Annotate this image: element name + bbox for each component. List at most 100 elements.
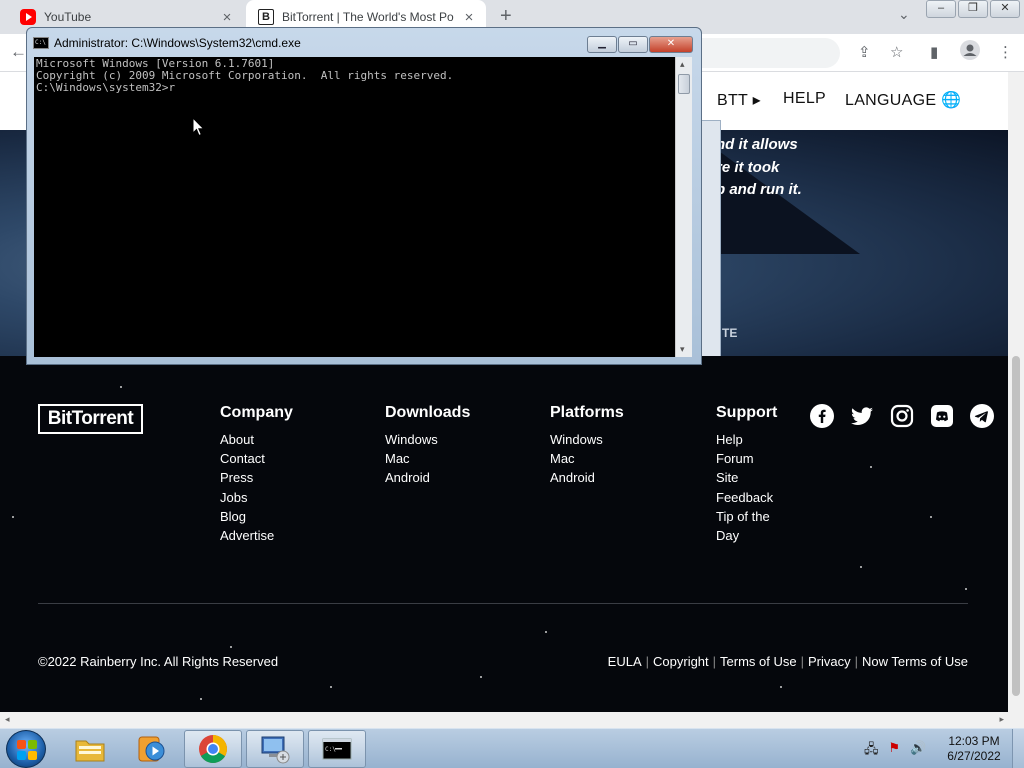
legal-link-privacy[interactable]: Privacy — [808, 654, 851, 669]
footer-column-title: Support — [716, 404, 778, 421]
footer-link[interactable]: Contact — [220, 449, 293, 468]
footer-link[interactable]: Press — [220, 468, 293, 487]
bittorrent-logo[interactable]: BitTorrent — [38, 404, 143, 434]
new-tab-button[interactable]: + — [500, 5, 512, 28]
star-decoration — [965, 588, 967, 590]
footer-link[interactable]: Android — [550, 468, 624, 487]
footer-link[interactable]: Site — [716, 468, 777, 487]
svg-text:C:\: C:\ — [325, 746, 336, 753]
cmd-title-text: Administrator: C:\Windows\System32\cmd.e… — [54, 36, 301, 50]
show-desktop-button[interactable] — [1012, 729, 1024, 768]
footer-column-support: Support Help Forum Site Feedback Tip of … — [716, 404, 777, 545]
cmd-window[interactable]: C:\ Administrator: C:\Windows\System32\c… — [26, 27, 702, 365]
tab-close-icon[interactable]: × — [460, 9, 478, 26]
share-icon[interactable]: ⇪ — [858, 43, 871, 61]
taskbar-clock[interactable]: 12:03 PM 6/27/2022 — [946, 734, 1002, 764]
nav-language[interactable]: LANGUAGE 🌐 — [845, 90, 961, 110]
star-decoration — [860, 566, 862, 568]
close-button[interactable]: ✕ — [990, 0, 1020, 18]
cmd-console[interactable]: Microsoft Windows [Version 6.1.7601] Cop… — [34, 57, 675, 357]
chrome-icon — [199, 735, 227, 763]
globe-icon: 🌐 — [941, 92, 962, 109]
footer-link[interactable]: About — [220, 430, 293, 449]
star-decoration — [230, 646, 232, 648]
twitter-icon[interactable] — [850, 404, 874, 428]
footer-link[interactable]: Android — [385, 468, 470, 487]
bittorrent-icon: B — [258, 9, 274, 25]
star-decoration — [120, 386, 122, 388]
taskbar-cmd[interactable]: C:\ — [308, 730, 366, 768]
footer-link[interactable]: Jobs — [220, 488, 293, 507]
star-decoration — [780, 686, 782, 688]
footer-link[interactable]: Blog — [220, 507, 293, 526]
facebook-icon[interactable] — [810, 404, 834, 428]
footer-link[interactable]: Windows — [550, 430, 624, 449]
start-button[interactable] — [6, 730, 46, 768]
network-status-icon[interactable]: 🖧 — [864, 740, 879, 762]
instagram-icon[interactable] — [890, 404, 914, 428]
cmd-maximize-button[interactable]: ▭ — [618, 36, 648, 53]
footer-link[interactable]: Forum — [716, 449, 777, 468]
profile-avatar-icon[interactable] — [960, 40, 980, 64]
star-decoration — [930, 516, 932, 518]
console-line: C:\Windows\system32>r — [36, 81, 176, 94]
footer-link[interactable]: Mac — [550, 449, 624, 468]
footer-column-downloads: Downloads Windows Mac Android — [385, 404, 470, 488]
hero-button-partial[interactable]: TE — [722, 326, 737, 340]
cmd-icon: C:\ — [33, 37, 49, 49]
footer-link[interactable]: Mac — [385, 449, 470, 468]
cmd-close-button[interactable]: ✕ — [649, 36, 693, 53]
action-center-flag-icon[interactable]: ⚑ — [889, 740, 901, 762]
footer-link[interactable]: Help — [716, 430, 777, 449]
footer-link[interactable]: Tip of the — [716, 507, 777, 526]
footer-column-company: Company About Contact Press Jobs Blog Ad… — [220, 404, 293, 545]
hero-text-line: nd it allows — [716, 136, 798, 153]
page-vertical-scrollbar[interactable] — [1008, 72, 1024, 712]
footer-column-title: Platforms — [550, 404, 624, 421]
taskbar-file-explorer[interactable] — [61, 730, 119, 768]
restore-button[interactable]: ❐ — [958, 0, 988, 18]
media-player-icon — [138, 736, 165, 762]
footer-link[interactable]: Windows — [385, 430, 470, 449]
side-panel-icon[interactable]: ▮ — [930, 43, 938, 61]
back-arrow-icon[interactable]: ← — [10, 42, 27, 62]
tab-title: BitTorrent | The World's Most Po — [282, 10, 454, 24]
cmd-minimize-button[interactable]: ▁ — [587, 36, 617, 53]
telegram-icon[interactable] — [970, 404, 994, 428]
taskbar-media-player[interactable] — [122, 730, 180, 768]
tab-search-icon[interactable]: ⌄ — [898, 6, 910, 23]
scrollbar-thumb[interactable] — [1012, 356, 1020, 696]
tab-close-icon[interactable]: × — [218, 9, 236, 26]
minimize-button[interactable]: – — [926, 0, 956, 18]
legal-link-terms[interactable]: Terms of Use — [720, 654, 797, 669]
nav-help[interactable]: HELP — [783, 90, 826, 108]
taskbar-chrome[interactable] — [184, 730, 242, 768]
legal-link-now-terms[interactable]: Now Terms of Use — [862, 654, 968, 669]
scroll-up-icon[interactable]: ▴ — [680, 59, 685, 70]
footer-link[interactable]: Feedback — [716, 488, 777, 507]
hero-text-line: re it took — [716, 159, 780, 176]
nav-btt[interactable]: BTT ▸ — [717, 90, 761, 110]
cmd-titlebar[interactable]: C:\ Administrator: C:\Windows\System32\c… — [33, 36, 301, 50]
tab-title: YouTube — [44, 10, 92, 24]
cmd-window-controls: ▁ ▭ ✕ — [586, 36, 693, 53]
menu-kebab-icon[interactable]: ⋮ — [998, 43, 1013, 61]
legal-link-copyright[interactable]: Copyright — [653, 654, 709, 669]
scroll-down-icon[interactable]: ▾ — [680, 344, 685, 355]
legal-links: EULA | Copyright | Terms of Use | Privacy | Now … — [607, 654, 968, 669]
page-horizontal-scrollbar[interactable]: ◂ ▸ — [0, 712, 1024, 728]
windows-logo-icon — [17, 740, 37, 760]
network-icon — [261, 736, 290, 764]
footer-link[interactable]: Day — [716, 526, 777, 545]
address-bar[interactable] — [690, 38, 840, 68]
cmd-scrollbar-thumb[interactable] — [678, 74, 690, 94]
legal-link-eula[interactable]: EULA — [608, 654, 642, 669]
cmd-scrollbar[interactable]: ▴ ▾ — [675, 57, 692, 357]
file-explorer-icon — [75, 740, 105, 762]
volume-icon[interactable]: 🔊 — [910, 740, 926, 762]
star-decoration — [12, 516, 14, 518]
discord-icon[interactable] — [930, 404, 954, 428]
footer-link[interactable]: Advertise — [220, 526, 293, 545]
taskbar-network-app[interactable] — [246, 730, 304, 768]
bookmark-star-icon[interactable]: ☆ — [890, 43, 903, 61]
